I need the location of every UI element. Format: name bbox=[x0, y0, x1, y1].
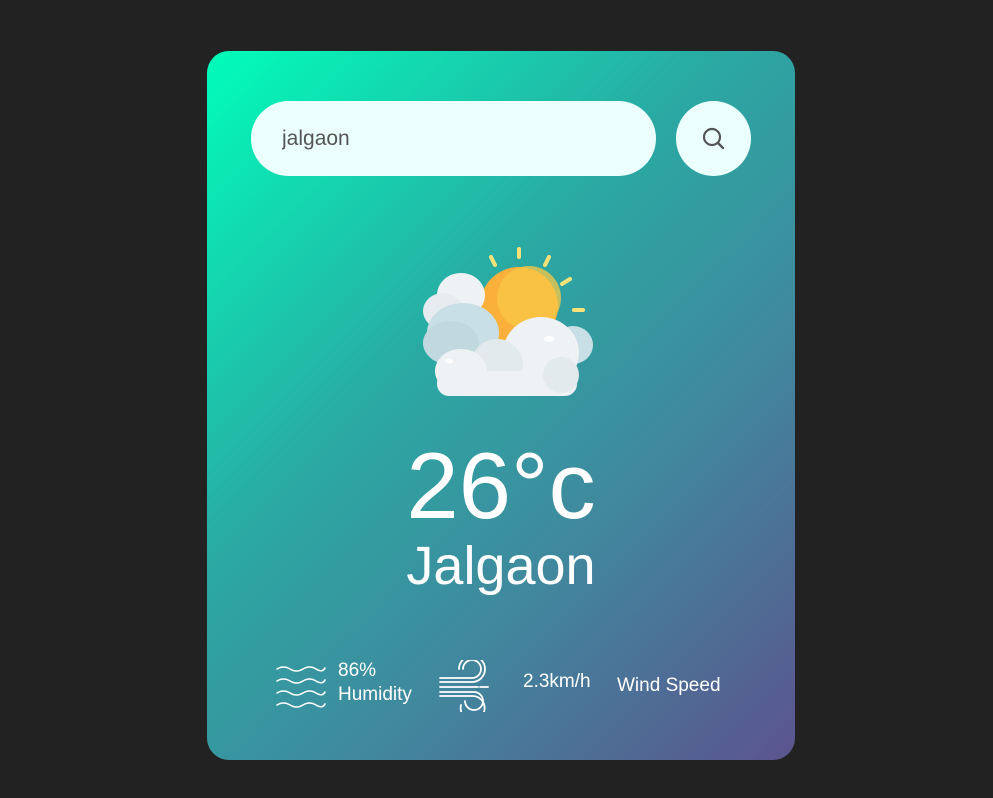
search-icon bbox=[702, 127, 724, 149]
weather-details: 86% Humidity 2.3km/h Wind Speed bbox=[207, 655, 795, 715]
humidity-label: Humidity bbox=[338, 684, 412, 705]
search-input[interactable] bbox=[251, 101, 656, 176]
humidity-waves-icon bbox=[276, 666, 326, 708]
partly-cloudy-sun-icon bbox=[423, 247, 593, 396]
wind-speed-label: Wind Speed bbox=[617, 675, 721, 696]
humidity-value: 86% bbox=[338, 660, 377, 681]
humidity-block: 86% Humidity bbox=[338, 659, 412, 707]
city-name: Jalgaon bbox=[406, 536, 596, 596]
wind-speed-value: 2.3km/h bbox=[523, 671, 591, 692]
search-button[interactable] bbox=[676, 101, 751, 176]
weather-card: 26°c Jalgaon 86% Humidity 2.3 bbox=[207, 51, 795, 760]
wind-icon bbox=[439, 660, 489, 712]
temperature: 26°c bbox=[406, 433, 596, 538]
